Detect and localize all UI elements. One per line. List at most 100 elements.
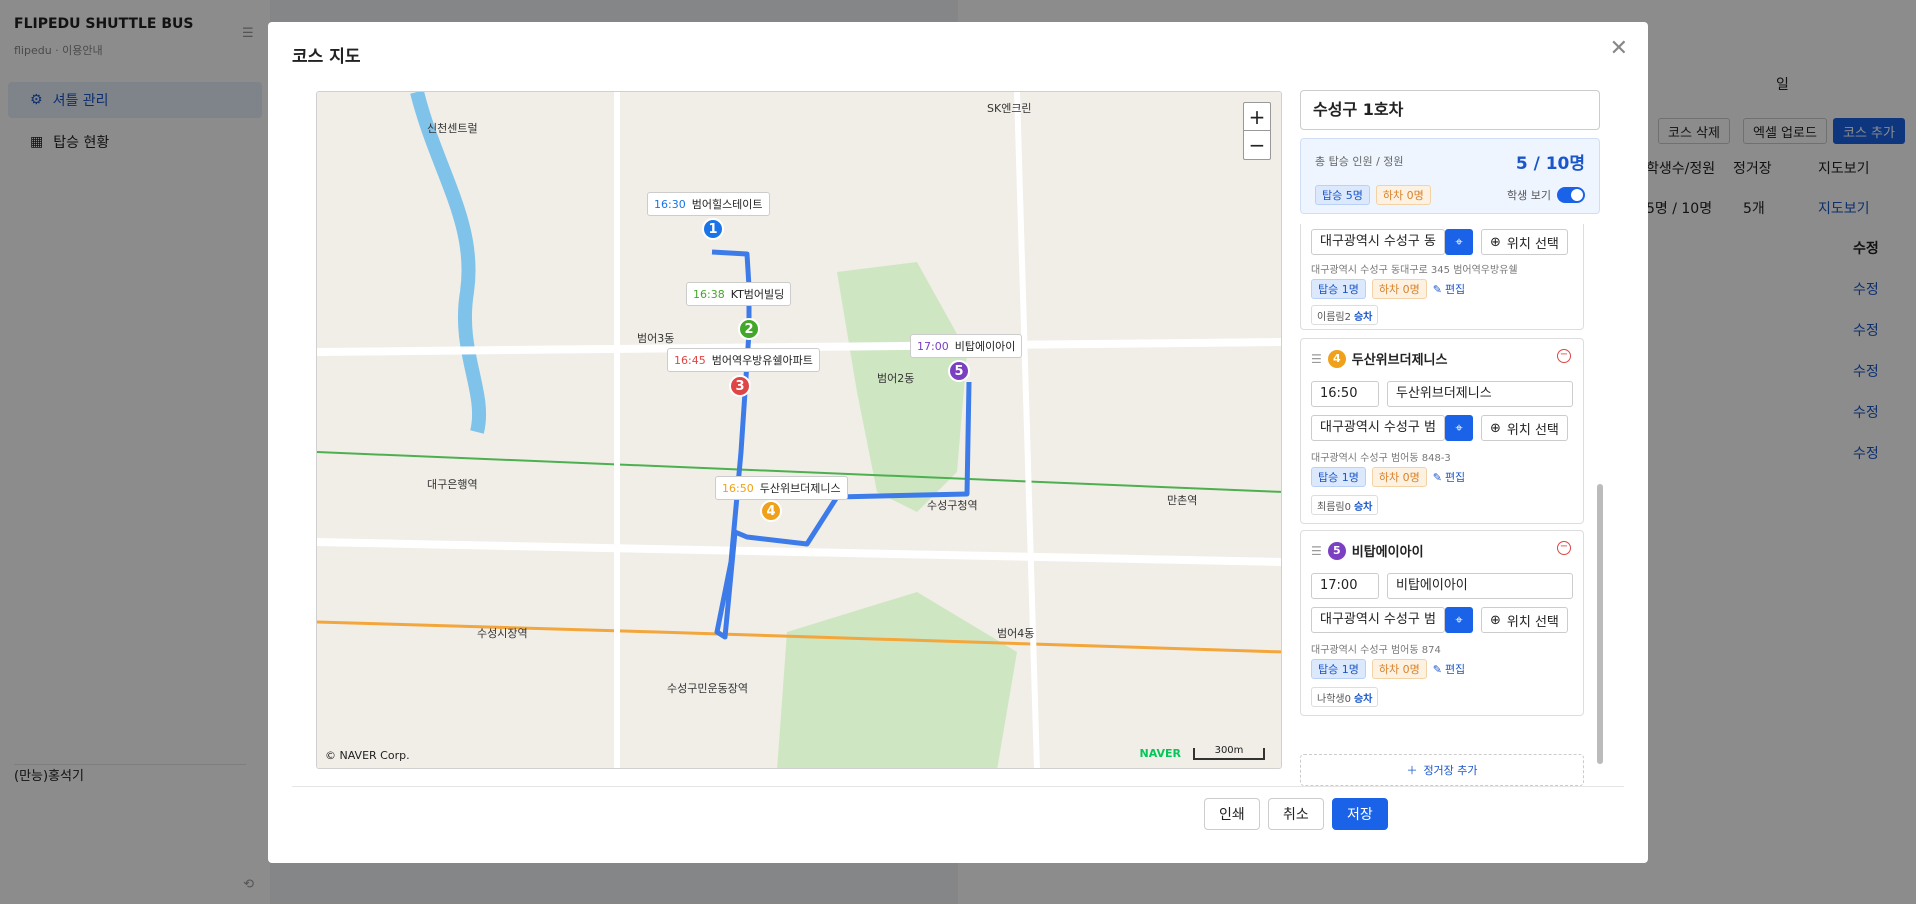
- cancel-button[interactable]: 취소: [1268, 798, 1324, 830]
- stop-time: 16:50: [722, 482, 754, 495]
- address-input[interactable]: 대구광역시 수성구 범: [1311, 607, 1445, 633]
- pencil-icon: ✎: [1432, 470, 1442, 484]
- select-location-label: 위치 선택: [1506, 422, 1559, 438]
- stop-name-input[interactable]: 비탑에이아이: [1387, 573, 1573, 599]
- stop-name: 두산위브더제니스: [759, 482, 841, 495]
- select-location-label: 위치 선택: [1506, 614, 1559, 630]
- svg-text:수성구민운동장역: 수성구민운동장역: [667, 682, 748, 695]
- stop-list-scrollbar[interactable]: [1596, 214, 1604, 790]
- scrollbar-thumb[interactable]: [1597, 484, 1603, 764]
- time-input[interactable]: 17:00: [1311, 573, 1379, 599]
- stop-title: 비탑에이아이: [1351, 545, 1424, 560]
- location-pin-icon: ⌖: [1455, 234, 1463, 250]
- stop-title: 두산위브더제니스: [1351, 353, 1448, 368]
- alight-badge: 하차 0명: [1371, 279, 1427, 299]
- map-stop-label: 16:38 KT범어빌딩: [686, 282, 792, 306]
- edit-button[interactable]: ✎ 편집: [1433, 661, 1465, 677]
- edit-label: 편집: [1444, 471, 1466, 484]
- stop-address: 대구광역시 수성구 범어동 874: [1311, 645, 1441, 656]
- save-button[interactable]: 저장: [1332, 798, 1388, 830]
- svg-text:수성시장역: 수성시장역: [477, 627, 528, 640]
- zoom-control: + −: [1243, 102, 1271, 160]
- map-pin-button[interactable]: ⌖: [1445, 229, 1473, 255]
- svg-text:범어4동: 범어4동: [997, 627, 1034, 640]
- passenger-name: 이름림2: [1317, 311, 1351, 323]
- address-input[interactable]: 대구광역시 수성구 범: [1311, 415, 1445, 441]
- svg-text:수성구청역: 수성구청역: [927, 499, 978, 512]
- print-button[interactable]: 인쇄: [1204, 798, 1260, 830]
- stop-name-input[interactable]: 두산위브더제니스: [1387, 381, 1573, 407]
- passenger-name: 나학생0: [1317, 693, 1351, 705]
- stop-pin-4[interactable]: 4: [760, 500, 782, 522]
- select-location-label: 위치 선택: [1506, 236, 1559, 252]
- map-scale: 300m: [1193, 746, 1265, 760]
- board-count-badge: 탑승 5명: [1315, 185, 1370, 205]
- stop-name: KT범어빌딩: [730, 288, 785, 301]
- stop-card-4: ☰ 4 두산위브더제니스 − 16:50 두산위브더제니스 대구광역시 수성구 범 …: [1300, 338, 1584, 524]
- crosshair-icon: ⊕: [1490, 234, 1501, 250]
- stop-pin-1[interactable]: 1: [702, 218, 724, 240]
- board-badge: 탑승 1명: [1311, 659, 1366, 679]
- passenger-chip: 이름림2 승차: [1311, 305, 1379, 325]
- pencil-icon: ✎: [1432, 662, 1442, 676]
- location-pin-icon: ⌖: [1455, 420, 1463, 436]
- board-badge: 탑승 1명: [1311, 467, 1366, 487]
- stop-pin-3[interactable]: 3: [729, 375, 751, 397]
- stop-name: 범어역우방유쉘아파트: [711, 354, 813, 367]
- zoom-out-button[interactable]: −: [1244, 131, 1270, 159]
- stop-time: 16:38: [693, 288, 725, 301]
- remove-stop-icon[interactable]: −: [1557, 541, 1571, 555]
- naver-logo: NAVER: [1139, 747, 1181, 760]
- stop-list[interactable]: 대구광역시 수성구 동 ⌖ ⊕ 위치 선택 대구광역시 수성구 동대구로 345 …: [1300, 224, 1584, 754]
- select-location-button[interactable]: ⊕ 위치 선택: [1481, 607, 1568, 633]
- toggle-switch[interactable]: [1557, 187, 1585, 203]
- passenger-status: 승차: [1353, 693, 1373, 705]
- map-credit: © NAVER Corp.: [325, 749, 410, 762]
- passenger-chip: 나학생0 승차: [1311, 687, 1379, 707]
- map-stop-label: 17:00 비탑에이아이: [910, 334, 1023, 358]
- map-canvas: 범어3동 범어2동 대구은행역 수성구청역 만촌역 수성시장역 수성구민운동장역…: [317, 92, 1281, 768]
- select-location-button[interactable]: ⊕ 위치 선택: [1481, 229, 1568, 255]
- stop-pin-5[interactable]: 5: [948, 360, 970, 382]
- time-input[interactable]: 16:50: [1311, 381, 1379, 407]
- edit-button[interactable]: ✎ 편집: [1433, 281, 1465, 297]
- map-stop-label: 16:30 범어힐스테이트: [647, 192, 770, 216]
- course-name-input[interactable]: 수성구 1호차: [1300, 90, 1600, 130]
- stop-time: 17:00: [917, 340, 949, 353]
- crosshair-icon: ⊕: [1490, 420, 1501, 436]
- stop-name: 비탑에이아이: [954, 340, 1016, 353]
- passenger-chip: 최름림0 승차: [1311, 495, 1379, 515]
- course-map-modal: 코스 지도 ✕ 범어3동 범어2동 대구은행역 수성구청역 만촌역 수성시장역 …: [268, 22, 1648, 863]
- map-pin-button[interactable]: ⌖: [1445, 607, 1473, 633]
- drag-handle-icon[interactable]: ☰: [1311, 544, 1322, 558]
- edit-label: 편집: [1444, 283, 1466, 296]
- capacity-summary: 총 탑승 인원 / 정원 5 / 10명 탑승 5명 하차 0명 학생 보기: [1300, 138, 1600, 214]
- drag-handle-icon[interactable]: ☰: [1311, 352, 1322, 366]
- toggle-label: 학생 보기: [1507, 189, 1551, 202]
- svg-text:SK엔크린: SK엔크린: [987, 102, 1032, 115]
- address-input[interactable]: 대구광역시 수성구 동: [1311, 229, 1445, 255]
- modal-footer-divider: [292, 786, 1624, 787]
- alight-count-badge: 하차 0명: [1375, 185, 1431, 205]
- summary-value: 5 / 10명: [1515, 154, 1585, 174]
- stop-number: 5: [1327, 541, 1346, 560]
- stop-pin-2[interactable]: 2: [738, 318, 760, 340]
- map-view[interactable]: 범어3동 범어2동 대구은행역 수성구청역 만촌역 수성시장역 수성구민운동장역…: [316, 91, 1282, 769]
- edit-button[interactable]: ✎ 편집: [1433, 469, 1465, 485]
- remove-stop-icon[interactable]: −: [1557, 349, 1571, 363]
- board-badge: 탑승 1명: [1311, 279, 1366, 299]
- close-icon[interactable]: ✕: [1610, 36, 1628, 61]
- show-students-toggle[interactable]: 학생 보기: [1507, 187, 1585, 203]
- add-stop-button[interactable]: ＋ 정거장 추가: [1300, 754, 1584, 786]
- select-location-button[interactable]: ⊕ 위치 선택: [1481, 415, 1568, 441]
- zoom-in-button[interactable]: +: [1244, 103, 1270, 131]
- add-stop-label: 정거장 추가: [1423, 764, 1478, 777]
- svg-text:범어2동: 범어2동: [877, 372, 914, 385]
- passenger-status: 승차: [1353, 501, 1373, 513]
- svg-text:범어3동: 범어3동: [637, 332, 674, 345]
- crosshair-icon: ⊕: [1490, 612, 1501, 628]
- alight-badge: 하차 0명: [1371, 659, 1427, 679]
- passenger-name: 최름림0: [1317, 501, 1351, 513]
- summary-label: 총 탑승 인원 / 정원: [1315, 155, 1404, 168]
- map-pin-button[interactable]: ⌖: [1445, 415, 1473, 441]
